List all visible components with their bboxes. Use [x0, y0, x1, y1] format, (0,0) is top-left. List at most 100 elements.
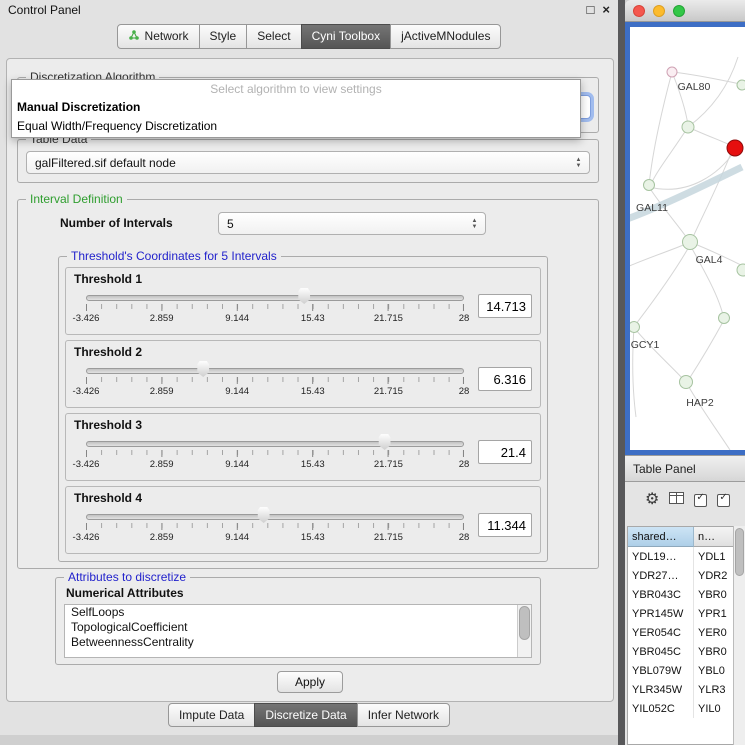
- network-node[interactable]: [680, 376, 693, 389]
- tick-label: 9.144: [225, 532, 249, 543]
- close-traffic-light[interactable]: [633, 5, 645, 17]
- table-row: YPR145W YPR1: [628, 604, 733, 623]
- tab-impute-data[interactable]: Impute Data: [168, 703, 255, 727]
- slider-track[interactable]: [86, 441, 464, 447]
- table-row: YDL19… YDL1: [628, 547, 733, 566]
- table-panel-header[interactable]: Table Panel: [625, 455, 745, 482]
- node-label: GAL4: [696, 254, 723, 266]
- network-node[interactable]: [737, 80, 745, 90]
- select-none-checkbox-icon[interactable]: ✓: [717, 494, 730, 507]
- tab-label: Cyni Toolbox: [312, 29, 380, 43]
- table-cell[interactable]: YLR3: [694, 680, 733, 699]
- numerical-attributes-label: Numerical Attributes: [66, 586, 184, 600]
- network-node-labels: GAL80 GAL11 GAL4 GCY1 HAP2: [631, 81, 723, 409]
- node-label: GAL11: [636, 202, 668, 214]
- scrollbar-thumb[interactable]: [519, 606, 530, 640]
- column-header-shared-name[interactable]: shared…: [628, 527, 694, 547]
- columns-icon[interactable]: [669, 491, 684, 509]
- table-cell[interactable]: YIL052C: [628, 699, 694, 718]
- minimize-traffic-light[interactable]: [653, 5, 665, 17]
- network-node[interactable]: [719, 313, 730, 324]
- threshold-slider[interactable]: -3.426 2.859 9.144 15.43 21.715 28: [86, 288, 464, 328]
- table-cell[interactable]: YDR27…: [628, 566, 694, 585]
- network-canvas[interactable]: GAL80 GAL11 GAL4 GCY1 HAP2: [630, 27, 745, 450]
- threshold-slider[interactable]: -3.426 2.859 9.144 15.43 21.715 28: [86, 507, 464, 547]
- slider-thumb[interactable]: [196, 361, 210, 377]
- node-table: shared… n… YDL19… YDL1 YDR27… YDR2 YBR04…: [627, 526, 733, 745]
- gear-icon[interactable]: ⚙: [645, 492, 659, 508]
- threshold-value-field[interactable]: 11.344: [478, 513, 532, 537]
- table-cell[interactable]: YBR045C: [628, 642, 694, 661]
- table-cell[interactable]: YDL19…: [628, 547, 694, 566]
- table-cell[interactable]: YLR345W: [628, 680, 694, 699]
- table-cell[interactable]: YBR0: [694, 585, 733, 604]
- network-node[interactable]: [683, 235, 698, 250]
- apply-button[interactable]: Apply: [277, 671, 343, 693]
- list-scrollbar[interactable]: [517, 605, 531, 657]
- table-cell[interactable]: YDR2: [694, 566, 733, 585]
- slider-thumb[interactable]: [297, 288, 311, 304]
- popup-option-equal-width-frequency[interactable]: Equal Width/Frequency Discretization: [12, 117, 580, 136]
- list-item[interactable]: TopologicalCoefficient: [65, 620, 531, 635]
- slider-tick-labels: -3.426 2.859 9.144 15.43 21.715 28: [86, 313, 464, 325]
- network-node[interactable]: [737, 264, 745, 276]
- close-window-icon[interactable]: ×: [602, 3, 610, 17]
- slider-tick-labels: -3.426 2.859 9.144 15.43 21.715 28: [86, 386, 464, 398]
- table-cell[interactable]: YIL0: [694, 699, 733, 718]
- combobox-stepper-icon[interactable]: ▲ ▼: [571, 154, 586, 171]
- threshold-value-field[interactable]: 14.713: [478, 294, 532, 318]
- threshold-label: Threshold 2: [66, 341, 540, 361]
- tab-select[interactable]: Select: [246, 24, 301, 49]
- table-cell[interactable]: YBR043C: [628, 585, 694, 604]
- table-cell[interactable]: YDL1: [694, 547, 733, 566]
- tab-label: Network: [145, 29, 189, 43]
- slider-thumb[interactable]: [378, 434, 392, 450]
- tick-label: 21.715: [374, 386, 403, 397]
- network-node[interactable]: [644, 180, 655, 191]
- tab-network[interactable]: Network: [117, 24, 200, 49]
- tick-label: 9.144: [225, 459, 249, 470]
- slider-track[interactable]: [86, 514, 464, 520]
- slider-thumb[interactable]: [257, 507, 271, 523]
- float-window-icon[interactable]: □: [587, 3, 595, 17]
- threshold-slider[interactable]: -3.426 2.859 9.144 15.43 21.715 28: [86, 361, 464, 401]
- threshold-label: Threshold 3: [66, 414, 540, 434]
- threshold-value-field[interactable]: 21.4: [478, 440, 532, 464]
- threshold-slider[interactable]: -3.426 2.859 9.144 15.43 21.715 28: [86, 434, 464, 474]
- combobox-stepper-icon[interactable]: ▲ ▼: [467, 215, 482, 232]
- scrollbar-thumb[interactable]: [735, 528, 744, 576]
- slider-track[interactable]: [86, 295, 464, 301]
- number-of-intervals-combobox[interactable]: 5 ▲ ▼: [218, 212, 486, 235]
- column-header-name[interactable]: n…: [694, 527, 733, 547]
- tab-cyni-toolbox[interactable]: Cyni Toolbox: [301, 24, 391, 49]
- table-data-combobox[interactable]: galFiltered.sif default node ▲ ▼: [26, 151, 590, 174]
- network-node[interactable]: [630, 322, 640, 333]
- table-vertical-scrollbar[interactable]: [733, 526, 745, 745]
- select-all-checkbox-icon[interactable]: ✓: [694, 494, 707, 507]
- list-item[interactable]: BetweennessCentrality: [65, 635, 531, 650]
- popup-option-manual-discretization[interactable]: Manual Discretization: [12, 98, 580, 117]
- slider-track[interactable]: [86, 368, 464, 374]
- network-view-window: GAL80 GAL11 GAL4 GCY1 HAP2: [625, 0, 745, 455]
- table-panel-toolbar: ⚙ ✓ ✓: [625, 482, 745, 518]
- network-node[interactable]: [667, 67, 677, 77]
- network-node[interactable]: [682, 121, 694, 133]
- tab-discretize-data[interactable]: Discretize Data: [254, 703, 357, 727]
- table-cell[interactable]: YER054C: [628, 623, 694, 642]
- tab-jactivemnodules[interactable]: jActiveMNodules: [390, 24, 501, 49]
- threshold-value-field[interactable]: 6.316: [478, 367, 532, 391]
- table-cell[interactable]: YBL0: [694, 661, 733, 680]
- tab-infer-network[interactable]: Infer Network: [357, 703, 450, 727]
- table-cell[interactable]: YER0: [694, 623, 733, 642]
- list-item[interactable]: SelfLoops: [65, 605, 531, 620]
- tab-style[interactable]: Style: [199, 24, 248, 49]
- tab-label: jActiveMNodules: [401, 29, 490, 43]
- zoom-traffic-light[interactable]: [673, 5, 685, 17]
- tick-label: 15.43: [301, 386, 325, 397]
- table-cell[interactable]: YPR145W: [628, 604, 694, 623]
- table-cell[interactable]: YBL079W: [628, 661, 694, 680]
- selected-network-node[interactable]: [727, 140, 743, 156]
- table-cell[interactable]: YBR0: [694, 642, 733, 661]
- tick-label: 15.43: [301, 532, 325, 543]
- table-cell[interactable]: YPR1: [694, 604, 733, 623]
